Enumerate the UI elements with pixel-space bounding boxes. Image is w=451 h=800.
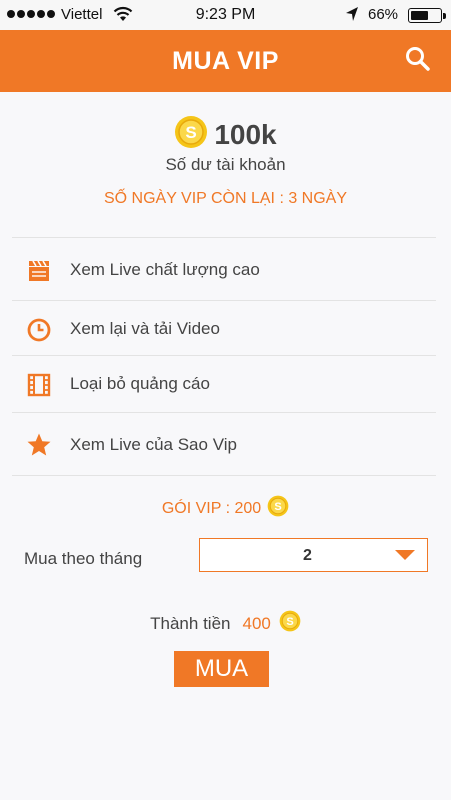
feature-label: Xem Live của Sao Vip [70, 435, 237, 454]
buy-button[interactable]: MUA [174, 651, 269, 687]
total-row: Thành tiền 400 S [0, 610, 451, 637]
clock-icon [26, 317, 52, 343]
coin-icon: S [267, 495, 289, 522]
balance-amount: 100k [214, 118, 277, 150]
vip-features-list: Xem Live chất lượng cao Xem lại và tải V… [12, 237, 436, 476]
status-bar: Viettel 9:23 PM 66% [0, 0, 451, 30]
svg-text:S: S [286, 616, 293, 628]
battery-tip [443, 13, 446, 19]
clapperboard-icon [26, 258, 52, 284]
list-item: Xem lại và tải Video [12, 300, 436, 355]
coin-icon: S [174, 115, 208, 154]
list-item: Loại bỏ quảng cáo [12, 355, 436, 412]
search-icon[interactable] [404, 45, 432, 73]
total-label: Thành tiền [150, 613, 231, 633]
film-strip-icon [26, 372, 52, 398]
dropdown-arrow-icon [395, 550, 415, 560]
app-header: MUA VIP [0, 30, 451, 92]
feature-label: Xem lại và tải Video [70, 319, 220, 338]
divider [12, 475, 436, 476]
month-select[interactable]: 2 [199, 538, 428, 572]
coin-icon: S [279, 610, 301, 637]
star-icon [26, 432, 52, 458]
svg-text:S: S [274, 501, 281, 513]
vip-package-label: GÓI VIP : 200 [161, 499, 262, 517]
total-value: 400 [242, 613, 271, 633]
location-arrow-icon [345, 6, 359, 26]
page-title: MUA VIP [172, 47, 279, 75]
feature-label: Loại bỏ quảng cáo [70, 374, 210, 393]
month-selected-value: 2 [303, 547, 312, 564]
list-item: Xem Live của Sao Vip [12, 412, 436, 475]
month-label: Mua theo tháng [24, 549, 143, 568]
battery-icon [408, 8, 442, 23]
list-item: Xem Live chất lượng cao [12, 237, 436, 300]
balance-caption: Số dư tài khoản [165, 155, 286, 174]
battery-percent: 66% [368, 6, 399, 23]
svg-text:S: S [186, 123, 197, 142]
balance-section: S 100k [0, 115, 451, 154]
feature-label: Xem Live chất lượng cao [70, 260, 260, 279]
vip-package: GÓI VIP : 200 S [0, 495, 451, 522]
vip-days-left: SỐ NGÀY VIP CÒN LẠI : 3 NGÀY [103, 190, 348, 207]
